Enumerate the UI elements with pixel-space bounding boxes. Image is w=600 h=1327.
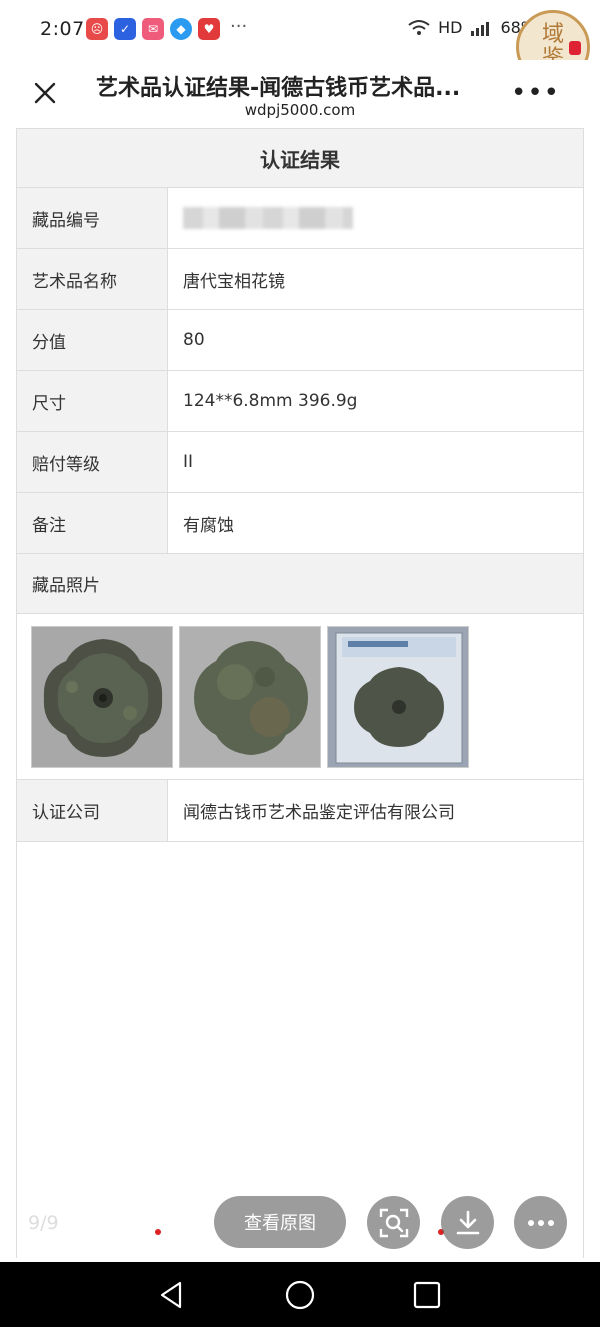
table-row: 艺术品名称 唐代宝相花镜 — [17, 249, 583, 310]
table-row: 尺寸 124**6.8mm 396.9g — [17, 371, 583, 432]
network-type: HD — [438, 18, 463, 37]
company-label: 认证公司 — [17, 780, 168, 841]
row-value: II — [183, 452, 194, 472]
page-title: 艺术品认证结果-闻德古钱币艺术品... — [96, 76, 461, 101]
redacted-number — [183, 207, 353, 229]
table-row: 认证公司 闻德古钱币艺术品鉴定评估有限公司 — [17, 780, 583, 842]
recents-icon[interactable] — [411, 1279, 443, 1311]
page-indicator: 9/9 — [28, 1212, 59, 1234]
table-row: 藏品编号 — [17, 188, 583, 249]
row-value: 有腐蚀 — [183, 515, 234, 536]
more-icon[interactable]: ••• — [511, 80, 560, 106]
heart-app-icon: ♥ — [198, 18, 220, 40]
view-original-button[interactable]: 查看原图 — [214, 1196, 346, 1248]
screen: 2:07 ☹ ✓ ✉ ◆ ♥ ··· HD 68% 域鉴 艺术品认证结果-闻德古… — [0, 0, 600, 1327]
page-url: wdpj5000.com — [244, 101, 356, 119]
security-app-icon: ◆ — [170, 18, 192, 40]
row-value: 唐代宝相花镜 — [183, 271, 285, 292]
photos-title: 藏品照片 — [17, 554, 583, 614]
status-bar: 2:07 ☹ ✓ ✉ ◆ ♥ ··· HD 68% — [0, 0, 600, 60]
section-title: 认证结果 — [17, 128, 583, 188]
scan-search-button[interactable] — [367, 1196, 420, 1249]
row-value: 124**6.8mm 396.9g — [183, 391, 358, 411]
row-value: 80 — [183, 330, 205, 350]
more-options-button[interactable] — [514, 1196, 567, 1249]
table-row: 分值 80 — [17, 310, 583, 371]
certificate-content: 认证结果 藏品编号 艺术品名称 唐代宝相花镜 分值 80 尺寸 124**6.8… — [16, 128, 584, 1258]
shield-app-icon: ✓ — [114, 18, 136, 40]
indicator-dot — [155, 1229, 161, 1235]
home-icon[interactable] — [284, 1279, 316, 1311]
system-nav-bar — [0, 1262, 600, 1327]
back-icon[interactable] — [156, 1279, 188, 1311]
table-row: 备注 有腐蚀 — [17, 493, 583, 554]
more-notifications-icon: ··· — [230, 16, 248, 37]
mirror-photo-back[interactable] — [179, 626, 321, 768]
status-time: 2:07 — [40, 18, 85, 40]
row-label: 藏品编号 — [17, 188, 168, 248]
browser-header: 艺术品认证结果-闻德古钱币艺术品... wdpj5000.com ••• — [0, 60, 600, 128]
row-label: 尺寸 — [17, 371, 168, 431]
table-row: 赔付等级 II — [17, 432, 583, 493]
status-right: HD 68% — [408, 18, 536, 37]
mirror-photo-slab[interactable] — [327, 626, 469, 768]
signal-icon — [471, 21, 490, 36]
download-button[interactable] — [441, 1196, 494, 1249]
download-icon — [456, 1210, 479, 1234]
company-value: 闻德古钱币艺术品鉴定评估有限公司 — [183, 803, 455, 823]
row-label: 赔付等级 — [17, 432, 168, 492]
wifi-icon — [408, 19, 430, 35]
row-label: 备注 — [17, 493, 168, 553]
collection-number-value — [168, 188, 583, 248]
photo-gallery — [17, 614, 583, 780]
scan-search-icon — [379, 1208, 408, 1237]
app-notification-icon: ☹ — [86, 18, 108, 40]
more-horizontal-icon — [527, 1219, 554, 1226]
seal-stamp — [569, 41, 581, 55]
row-label: 艺术品名称 — [17, 249, 168, 309]
image-viewer-bar: 9/9 查看原图 — [0, 1196, 600, 1256]
notification-icons: ☹ ✓ ✉ ◆ ♥ — [86, 18, 220, 40]
mail-app-icon: ✉ — [142, 18, 164, 40]
mirror-photo-front[interactable] — [31, 626, 173, 768]
row-label: 分值 — [17, 310, 168, 370]
